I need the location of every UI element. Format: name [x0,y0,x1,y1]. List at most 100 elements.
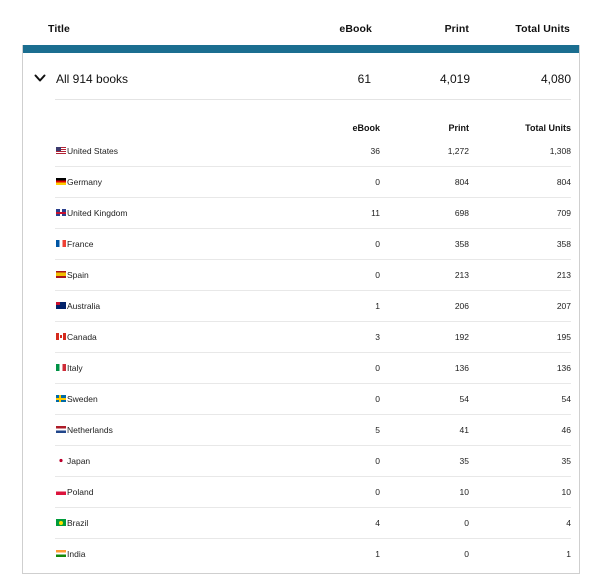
total-units: 207 [556,301,571,311]
summary-total-value: 4,080 [540,72,571,86]
table-row: Italy 0 136 136 [23,353,579,384]
flag-icon [56,178,66,185]
flag-icon [56,550,66,557]
print-units: 698 [454,208,469,218]
country-name: Canada [67,332,97,342]
table-row: United States 36 1,272 1,308 [23,136,579,167]
print-units: 10 [459,487,469,497]
print-units: 54 [459,394,469,404]
table-row: Canada 3 192 195 [23,322,579,353]
chevron-down-icon[interactable] [34,73,46,83]
ebook-units: 3 [375,332,380,342]
total-units: 804 [556,177,571,187]
total-units: 46 [561,425,571,435]
summary-ebook-value: 61 [357,72,371,86]
country-breakdown-list: United States 36 1,272 1,308 Germany 0 804 804 U… [23,136,579,570]
print-units: 213 [454,270,469,280]
flag-icon [56,395,66,402]
flag-icon [56,240,66,247]
print-units: 1,272 [447,146,469,156]
total-units: 195 [556,332,571,342]
print-units: 35 [459,456,469,466]
total-units: 358 [556,239,571,249]
table-row: Spain 0 213 213 [23,260,579,291]
total-units: 35 [561,456,571,466]
total-units: 10 [561,487,571,497]
print-units: 804 [454,177,469,187]
sales-card: All 914 books 61 4,019 4,080 eBook Print… [22,45,580,574]
ebook-units: 0 [375,177,380,187]
table-row: Japan 0 35 35 [23,446,579,477]
total-units: 4 [566,518,571,528]
column-header-title[interactable]: Title [48,23,70,35]
country-name: Italy [67,363,83,373]
flag-icon [56,209,66,216]
total-units: 1,308 [549,146,571,156]
ebook-units: 0 [375,487,380,497]
breakdown-header-total-units: Total Units [525,123,571,133]
divider [55,99,571,100]
total-units: 136 [556,363,571,373]
flag-icon [56,302,66,309]
ebook-units: 1 [375,549,380,559]
ebook-units: 0 [375,394,380,404]
total-units: 213 [556,270,571,280]
country-name: Australia [67,301,101,311]
breakdown-header-ebook: eBook [352,123,380,133]
country-name: India [67,549,86,559]
print-units: 41 [459,425,469,435]
column-header-ebook[interactable]: eBook [339,23,372,35]
country-name: Poland [67,487,94,497]
print-units: 206 [454,301,469,311]
country-name: United States [67,146,119,156]
print-units: 192 [454,332,469,342]
table-row: Australia 1 206 207 [23,291,579,322]
flag-icon [56,426,66,433]
flag-icon [56,488,66,495]
table-row: Germany 0 804 804 [23,167,579,198]
breakdown-header-print: Print [448,123,469,133]
summary-label: All 914 books [56,72,129,86]
accent-bar [23,45,579,53]
ebook-units: 5 [375,425,380,435]
table-row: United Kingdom 11 698 709 [23,198,579,229]
flag-icon [56,457,66,464]
table-row: France 0 358 358 [23,229,579,260]
country-name: United Kingdom [67,208,128,218]
total-units: 1 [566,549,571,559]
table-row: Brazil 4 0 4 [23,508,579,539]
ebook-units: 1 [375,301,380,311]
flag-icon [56,333,66,340]
ebook-units: 4 [375,518,380,528]
flag-icon [56,147,66,154]
table-row: Netherlands 5 41 46 [23,415,579,446]
country-name: France [67,239,94,249]
column-header-total-units[interactable]: Total Units [515,23,570,35]
country-name: Sweden [67,394,98,404]
all-books-summary-row[interactable]: All 914 books 61 4,019 4,080 [23,53,579,101]
flag-icon [56,519,66,526]
country-name: Japan [67,456,91,466]
ebook-units: 36 [370,146,380,156]
print-units: 0 [464,549,469,559]
summary-print-value: 4,019 [439,72,470,86]
flag-icon [56,364,66,371]
print-units: 136 [454,363,469,373]
ebook-units: 11 [371,208,380,218]
country-name: Germany [67,177,102,187]
table-row: Poland 0 10 10 [23,477,579,508]
total-units: 709 [556,208,571,218]
ebook-units: 0 [375,456,380,466]
country-name: Brazil [67,518,89,528]
flag-icon [56,271,66,278]
ebook-units: 0 [375,270,380,280]
country-name: Spain [67,270,89,280]
table-row: Sweden 0 54 54 [23,384,579,415]
print-units: 358 [454,239,469,249]
total-units: 54 [561,394,571,404]
ebook-units: 0 [375,363,380,373]
column-header-print[interactable]: Print [445,23,469,35]
country-name: Netherlands [67,425,113,435]
ebook-units: 0 [375,239,380,249]
breakdown-header: eBook Print Total Units [23,123,579,137]
